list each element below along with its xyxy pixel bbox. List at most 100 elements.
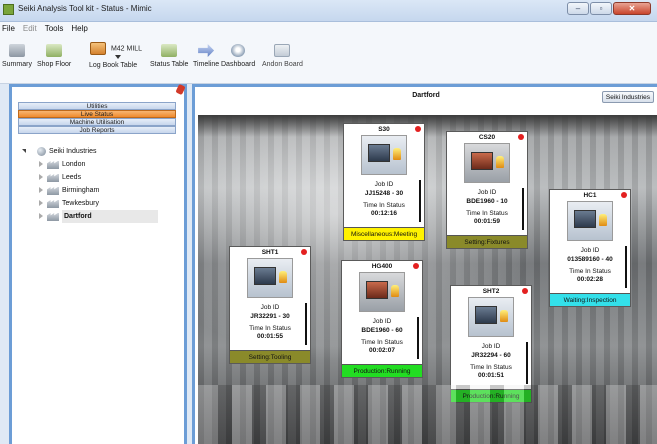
timeline-label: Timeline bbox=[193, 61, 220, 68]
time-in-status-label: Time In Status bbox=[569, 268, 611, 275]
site-title: Dartford bbox=[412, 92, 440, 99]
tree-item-birmingham[interactable]: Birmingham bbox=[20, 184, 170, 197]
machine-card-hg400[interactable]: HG400 Job ID BDE1960 - 60 Time In Status… bbox=[341, 260, 423, 378]
machine-name: HC1 bbox=[583, 192, 597, 199]
job-id-label: Job ID bbox=[372, 318, 392, 325]
title-bar: Seiki Analysis Tool kit - Status - Mimic… bbox=[0, 0, 657, 22]
pin-icon[interactable] bbox=[175, 83, 186, 96]
collapse-icon[interactable] bbox=[39, 161, 43, 167]
machine-name: CS20 bbox=[478, 134, 496, 141]
time-in-status-value: 00:01:59 bbox=[473, 218, 501, 225]
status-table-label: Status Table bbox=[150, 61, 189, 68]
timeline-arrow-icon bbox=[198, 44, 215, 57]
chevron-down-icon[interactable] bbox=[115, 55, 121, 59]
shop-floor-button[interactable]: Shop Floor bbox=[37, 44, 71, 68]
collapse-icon[interactable] bbox=[39, 200, 43, 206]
shop-floor-label: Shop Floor bbox=[37, 61, 72, 68]
tree-item-label: Birmingham bbox=[62, 187, 100, 194]
status-dot bbox=[518, 134, 524, 140]
machine-card-sht2[interactable]: SHT2 Job ID JR32294 - 60 Time In Status … bbox=[450, 285, 532, 403]
machine-name: HG400 bbox=[371, 263, 393, 270]
factory-icon bbox=[47, 187, 59, 195]
time-in-status-value: 00:02:07 bbox=[368, 347, 396, 354]
machine-status: Setting:Tooling bbox=[230, 350, 310, 363]
log-book-table-button[interactable]: Log Book Table bbox=[89, 62, 137, 69]
app-icon bbox=[3, 4, 14, 15]
status-bar bbox=[526, 342, 528, 384]
status-dot bbox=[522, 288, 528, 294]
time-in-status-value: 00:01:55 bbox=[256, 333, 284, 340]
tree-item-label: Leeds bbox=[62, 174, 82, 181]
status-bar bbox=[305, 303, 307, 345]
collapse-icon[interactable] bbox=[39, 213, 43, 219]
andon-board-button[interactable]: Andon Board bbox=[262, 44, 303, 68]
time-in-status-value: 00:01:51 bbox=[477, 372, 505, 379]
machine-image bbox=[464, 143, 510, 183]
status-bar bbox=[417, 317, 419, 359]
navigation-pane: Utilities Live Status Machine Utilisatio… bbox=[9, 83, 187, 444]
expand-icon[interactable] bbox=[22, 149, 26, 153]
status-bar bbox=[625, 246, 627, 288]
status-bar bbox=[419, 180, 421, 222]
machine-status: Waiting:Inspection bbox=[550, 293, 630, 306]
machine-status: Setting:Fixtures bbox=[447, 235, 527, 248]
shop-floor-photo: S30 Job ID JJ15248 - 30 Time In Status 0… bbox=[198, 115, 657, 444]
nav-menu: Utilities Live Status Machine Utilisatio… bbox=[18, 102, 176, 134]
time-in-status-label: Time In Status bbox=[361, 339, 403, 346]
time-in-status-label: Time In Status bbox=[363, 202, 405, 209]
time-in-status-label: Time In Status bbox=[466, 210, 508, 217]
machine-card-sht1[interactable]: SHT1 Job ID JR32291 - 30 Time In Status … bbox=[229, 246, 311, 364]
status-table-button[interactable]: Status Table bbox=[150, 44, 188, 68]
time-in-status-value: 00:02:28 bbox=[576, 276, 604, 283]
tree-item-london[interactable]: London bbox=[20, 158, 170, 171]
dashboard-button[interactable]: Dashboard bbox=[221, 44, 255, 68]
site-tree: Seiki Industries London Leeds Birmingham… bbox=[20, 145, 170, 223]
job-id-label: Job ID bbox=[260, 304, 280, 311]
status-dot bbox=[415, 126, 421, 132]
company-button[interactable]: Seiki Industries bbox=[601, 91, 654, 103]
status-dot bbox=[413, 263, 419, 269]
menu-file[interactable]: File bbox=[2, 22, 15, 36]
status-table-icon bbox=[161, 44, 178, 57]
window-title: Seiki Analysis Tool kit - Status - Mimic bbox=[18, 4, 152, 13]
summary-icon bbox=[8, 44, 25, 57]
tree-item-leeds[interactable]: Leeds bbox=[20, 171, 170, 184]
maximize-button[interactable]: ▫ bbox=[590, 2, 612, 15]
tree-root[interactable]: Seiki Industries bbox=[20, 145, 170, 158]
menu-help[interactable]: Help bbox=[71, 22, 87, 36]
machine-image bbox=[247, 258, 293, 298]
machine-card-s30[interactable]: S30 Job ID JJ15248 - 30 Time In Status 0… bbox=[343, 123, 425, 241]
factory-icon bbox=[47, 161, 59, 169]
log-book-table-label: Log Book Table bbox=[89, 62, 138, 69]
minimize-button[interactable]: – bbox=[567, 2, 589, 15]
collapse-icon[interactable] bbox=[39, 187, 43, 193]
dashboard-label: Dashboard bbox=[221, 61, 256, 68]
tree-item-label: London bbox=[62, 161, 86, 168]
job-id-value: JR32291 - 30 bbox=[250, 313, 290, 320]
machine-name: S30 bbox=[378, 126, 390, 133]
nav-machine-utilisation[interactable]: Machine Utilisation bbox=[18, 118, 176, 126]
andon-board-icon bbox=[274, 44, 291, 57]
menu-tools[interactable]: Tools bbox=[45, 22, 64, 36]
job-id-value: JJ15248 - 30 bbox=[364, 190, 404, 197]
machine-card-hc1[interactable]: HC1 Job ID 013589160 - 40 Time In Status… bbox=[549, 189, 631, 307]
status-dot bbox=[621, 192, 627, 198]
machine-selector[interactable]: M42 MILL bbox=[90, 42, 142, 55]
timeline-button[interactable]: Timeline bbox=[193, 44, 219, 68]
job-id-label: Job ID bbox=[374, 181, 394, 188]
summary-label: Summary bbox=[2, 61, 32, 68]
nav-utilities[interactable]: Utilities bbox=[18, 102, 176, 110]
job-id-label: Job ID bbox=[481, 343, 501, 350]
menu-edit[interactable]: Edit bbox=[23, 22, 37, 36]
status-dot bbox=[301, 249, 307, 255]
collapse-icon[interactable] bbox=[39, 174, 43, 180]
nav-live-status[interactable]: Live Status bbox=[18, 110, 176, 118]
andon-board-label: Andon Board bbox=[262, 61, 303, 68]
close-button[interactable]: ✕ bbox=[613, 2, 651, 15]
tree-item-tewkesbury[interactable]: Tewkesbury bbox=[20, 197, 170, 210]
summary-button[interactable]: Summary bbox=[2, 44, 32, 68]
dashboard-gauge-icon bbox=[231, 44, 246, 57]
nav-job-reports[interactable]: Job Reports bbox=[18, 126, 176, 134]
machine-card-cs20[interactable]: CS20 Job ID BDE1960 - 10 Time In Status … bbox=[446, 131, 528, 249]
tree-item-dartford[interactable]: Dartford bbox=[20, 210, 170, 223]
